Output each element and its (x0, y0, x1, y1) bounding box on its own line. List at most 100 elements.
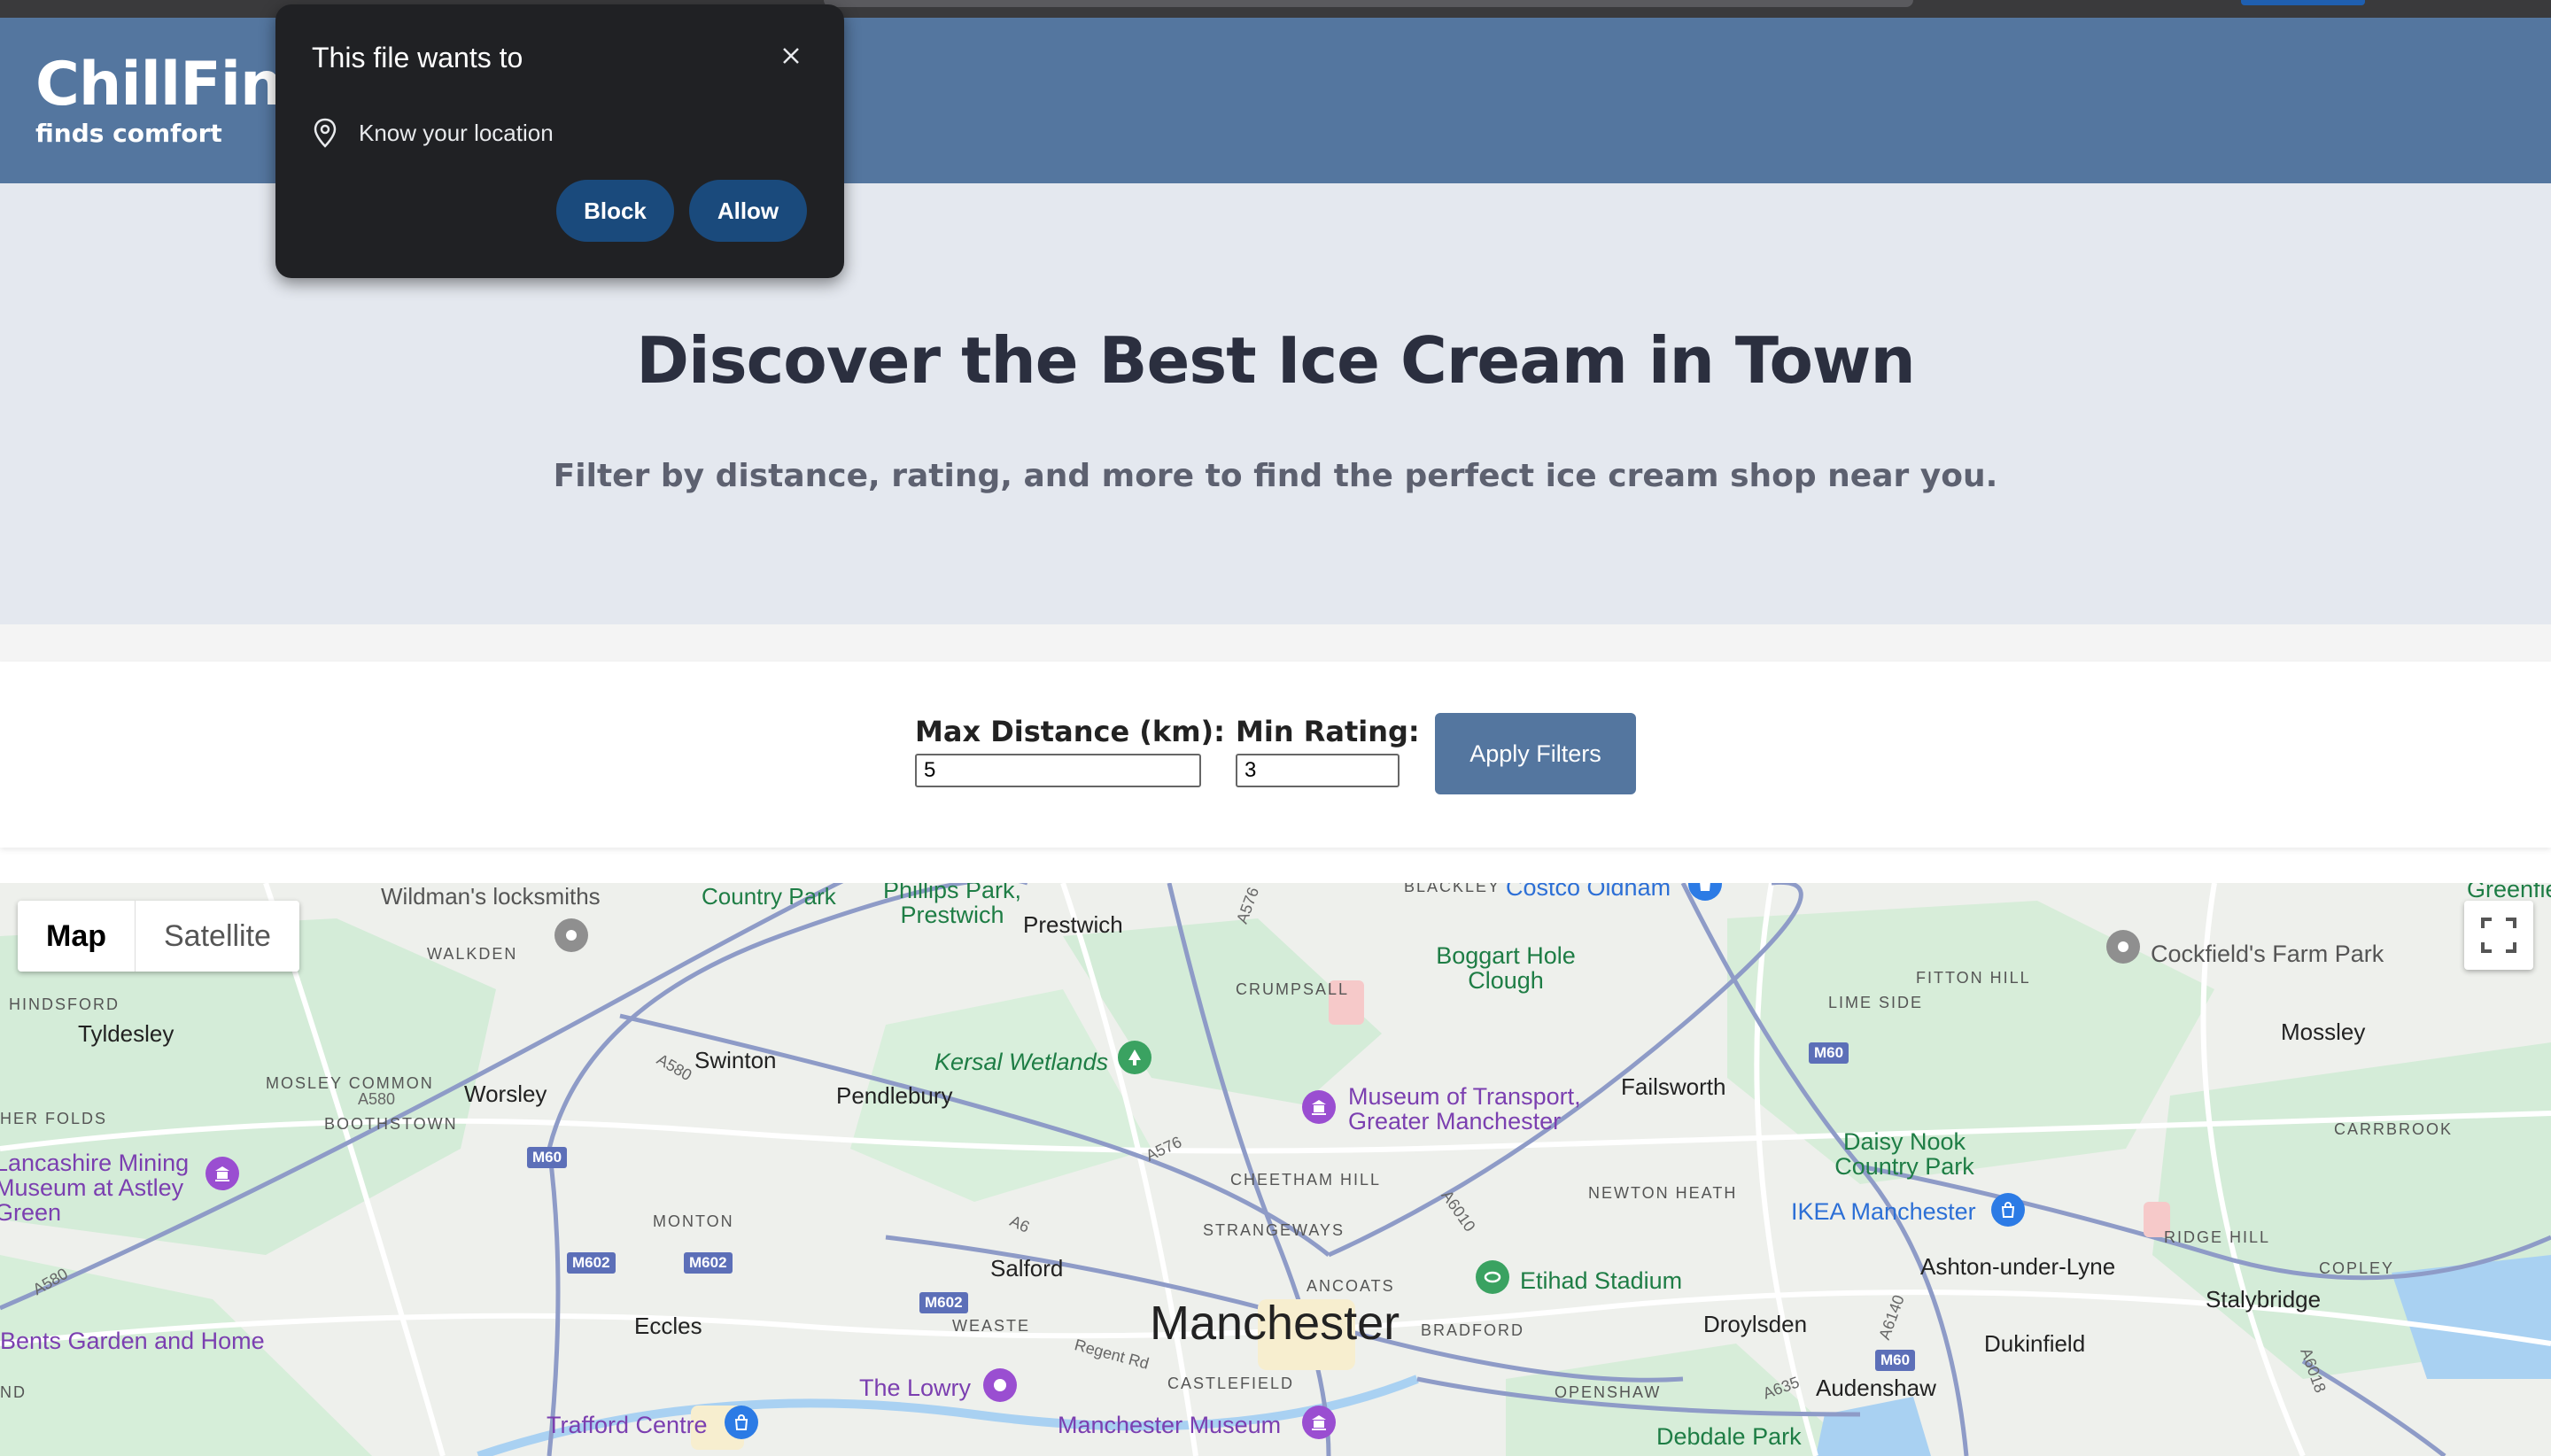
map-label-district: OPENSHAW (1555, 1383, 1662, 1401)
map-label-district: HINDSFORD (9, 995, 120, 1013)
address-bar-edge (824, 0, 1913, 7)
map-label-town: Eccles (634, 1313, 702, 1339)
theatre-icon (994, 1379, 1006, 1391)
map-label-town: Audenshaw (1816, 1375, 1936, 1401)
map-label-district: CRUMPSALL (1236, 980, 1350, 998)
road-shield-m60: M60 (1809, 1042, 1849, 1064)
map-label-district: LIME SIDE (1828, 994, 1924, 1011)
map-label-place[interactable]: Etihad Stadium (1520, 1267, 1682, 1295)
map-type-control: Map Satellite (18, 901, 299, 972)
map-label-place[interactable]: Kersal Wetlands (934, 1049, 1108, 1076)
map-type-satellite-button[interactable]: Satellite (136, 901, 299, 972)
location-permission-dialog: This file wants to Know your location Bl… (275, 4, 844, 278)
map-label-town: Tyldesley (78, 1020, 174, 1047)
shopping-bag-icon (1700, 883, 1710, 891)
map-label-town: Stalybridge (2206, 1286, 2322, 1313)
map-label-district: WALKDEN (427, 945, 518, 963)
map-label-district: BOOTHSTOWN (324, 1115, 458, 1133)
stadium-icon (1484, 1271, 1501, 1283)
map-pin-stadium[interactable] (1476, 1260, 1509, 1294)
min-rating-label: Min Rating: (1236, 715, 1420, 748)
map-pin-museum[interactable] (1302, 1090, 1336, 1124)
map-label-place[interactable]: Boggart Hole Clough (1435, 943, 1577, 993)
location-pin-icon (566, 930, 577, 941)
map-label-place[interactable]: Museum of Transport, Greater Manchester (1348, 1084, 1614, 1134)
map-label-town: Worsley (464, 1080, 547, 1107)
map-label-place[interactable]: Bents Garden and Home (0, 1328, 265, 1353)
map-pin[interactable] (2106, 930, 2140, 964)
min-rating-group: Min Rating: (1236, 715, 1420, 787)
max-distance-group: Max Distance (km): (915, 715, 1225, 787)
map-label-place[interactable]: Country Park (702, 883, 836, 910)
road-shield-m602: M602 (567, 1252, 616, 1274)
map-label-district: COPLEY (2319, 1259, 2395, 1277)
block-button[interactable]: Block (556, 180, 674, 242)
map-label-place[interactable]: Manchester Museum (1058, 1413, 1281, 1437)
map-label-town: Ashton-under-Lyne (1920, 1253, 2116, 1280)
map-label-place[interactable]: Debdale Park (1656, 1423, 1802, 1451)
map-label-place[interactable]: The Lowry (859, 1375, 971, 1400)
allow-button[interactable]: Allow (689, 180, 807, 242)
map-label-district: BLACKLEY (1404, 883, 1501, 895)
map-pin-shop[interactable] (1991, 1193, 2025, 1227)
page-title: Discover the Best Ice Cream in Town (636, 323, 1915, 398)
map-label-town: Droylsden (1703, 1311, 1808, 1337)
section-divider (0, 624, 2551, 662)
map-label-place[interactable]: Cockfield's Farm Park (2151, 941, 2384, 968)
road-shield-m602: M602 (684, 1252, 733, 1274)
map-label-district: ND (0, 1383, 27, 1401)
map-label-town: Salford (990, 1255, 1064, 1282)
permission-request-text: Know your location (359, 119, 554, 146)
map-type-map-button[interactable]: Map (18, 901, 136, 972)
map-label-district: CARRBROOK (2334, 1120, 2454, 1138)
map-label-town: Pendlebury (836, 1082, 953, 1109)
apply-filters-button[interactable]: Apply Filters (1435, 713, 1636, 794)
map-label-town: Failsworth (1621, 1073, 1726, 1100)
location-pin-icon (2118, 941, 2128, 952)
max-distance-input[interactable] (915, 754, 1201, 787)
max-distance-label: Max Distance (km): (915, 715, 1225, 748)
map-label-district: NEWTON HEATH (1588, 1184, 1738, 1202)
browser-button-edge (2241, 0, 2365, 5)
map-pin-theatre[interactable] (983, 1368, 1017, 1402)
map-pin-shop[interactable] (725, 1406, 758, 1439)
map-label-town: Prestwich (1023, 911, 1123, 938)
map-label-district: CHEETHAM HILL (1230, 1171, 1382, 1189)
map-label-city: Manchester (1150, 1297, 1400, 1350)
map-label-place[interactable]: Lancashire Mining Museum at Astley Green (0, 1150, 198, 1225)
map-base-tiles (0, 883, 2551, 1456)
road-shield-m60: M60 (1875, 1350, 1916, 1371)
map-label-place[interactable]: IKEA Manchester (1791, 1198, 1976, 1226)
shopping-bag-icon (734, 1414, 748, 1430)
map-pin[interactable] (554, 918, 588, 952)
permission-request-row: Know your location (313, 118, 554, 148)
close-button[interactable] (773, 38, 809, 74)
map-pin-museum[interactable] (1302, 1406, 1336, 1439)
map-label-town: Dukinfield (1984, 1330, 2086, 1357)
map-pin-park[interactable] (1118, 1041, 1151, 1074)
brand-tagline: finds comfort (35, 119, 222, 148)
map-pin-museum[interactable] (205, 1157, 239, 1190)
map-label-district: BRADFORD (1421, 1321, 1525, 1339)
map-label-place[interactable]: Greenfield (2467, 883, 2551, 903)
map-label-place[interactable]: Wildman's locksmiths (381, 883, 601, 910)
map-label-place[interactable]: Phillips Park, Prestwich (877, 883, 1027, 927)
map-label-district: RIDGE HILL (2164, 1228, 2271, 1246)
map-label-district: WEASTE (952, 1317, 1031, 1335)
permission-title: This file wants to (312, 42, 523, 74)
map-view[interactable]: Map Satellite Manchester Tyldesley Worsl… (0, 883, 2551, 1456)
min-rating-input[interactable] (1236, 754, 1400, 787)
fullscreen-button[interactable] (2464, 901, 2533, 970)
map-label-district: MONTON (653, 1212, 734, 1230)
fullscreen-icon (2481, 918, 2516, 953)
map-label-place[interactable]: Costco Oldham (1506, 883, 1671, 902)
map-label-district: MOSLEY COMMON (266, 1074, 434, 1092)
map-label-district: CASTLEFIELD (1167, 1375, 1295, 1392)
shopping-bag-icon (2001, 1202, 2015, 1218)
close-icon (783, 48, 799, 64)
museum-icon (215, 1166, 229, 1181)
tree-icon (1128, 1049, 1141, 1065)
map-label-place[interactable]: Daisy Nook Country Park (1825, 1129, 1984, 1179)
road-shield-m602: M602 (919, 1292, 968, 1313)
map-label-place[interactable]: Trafford Centre (547, 1413, 708, 1437)
